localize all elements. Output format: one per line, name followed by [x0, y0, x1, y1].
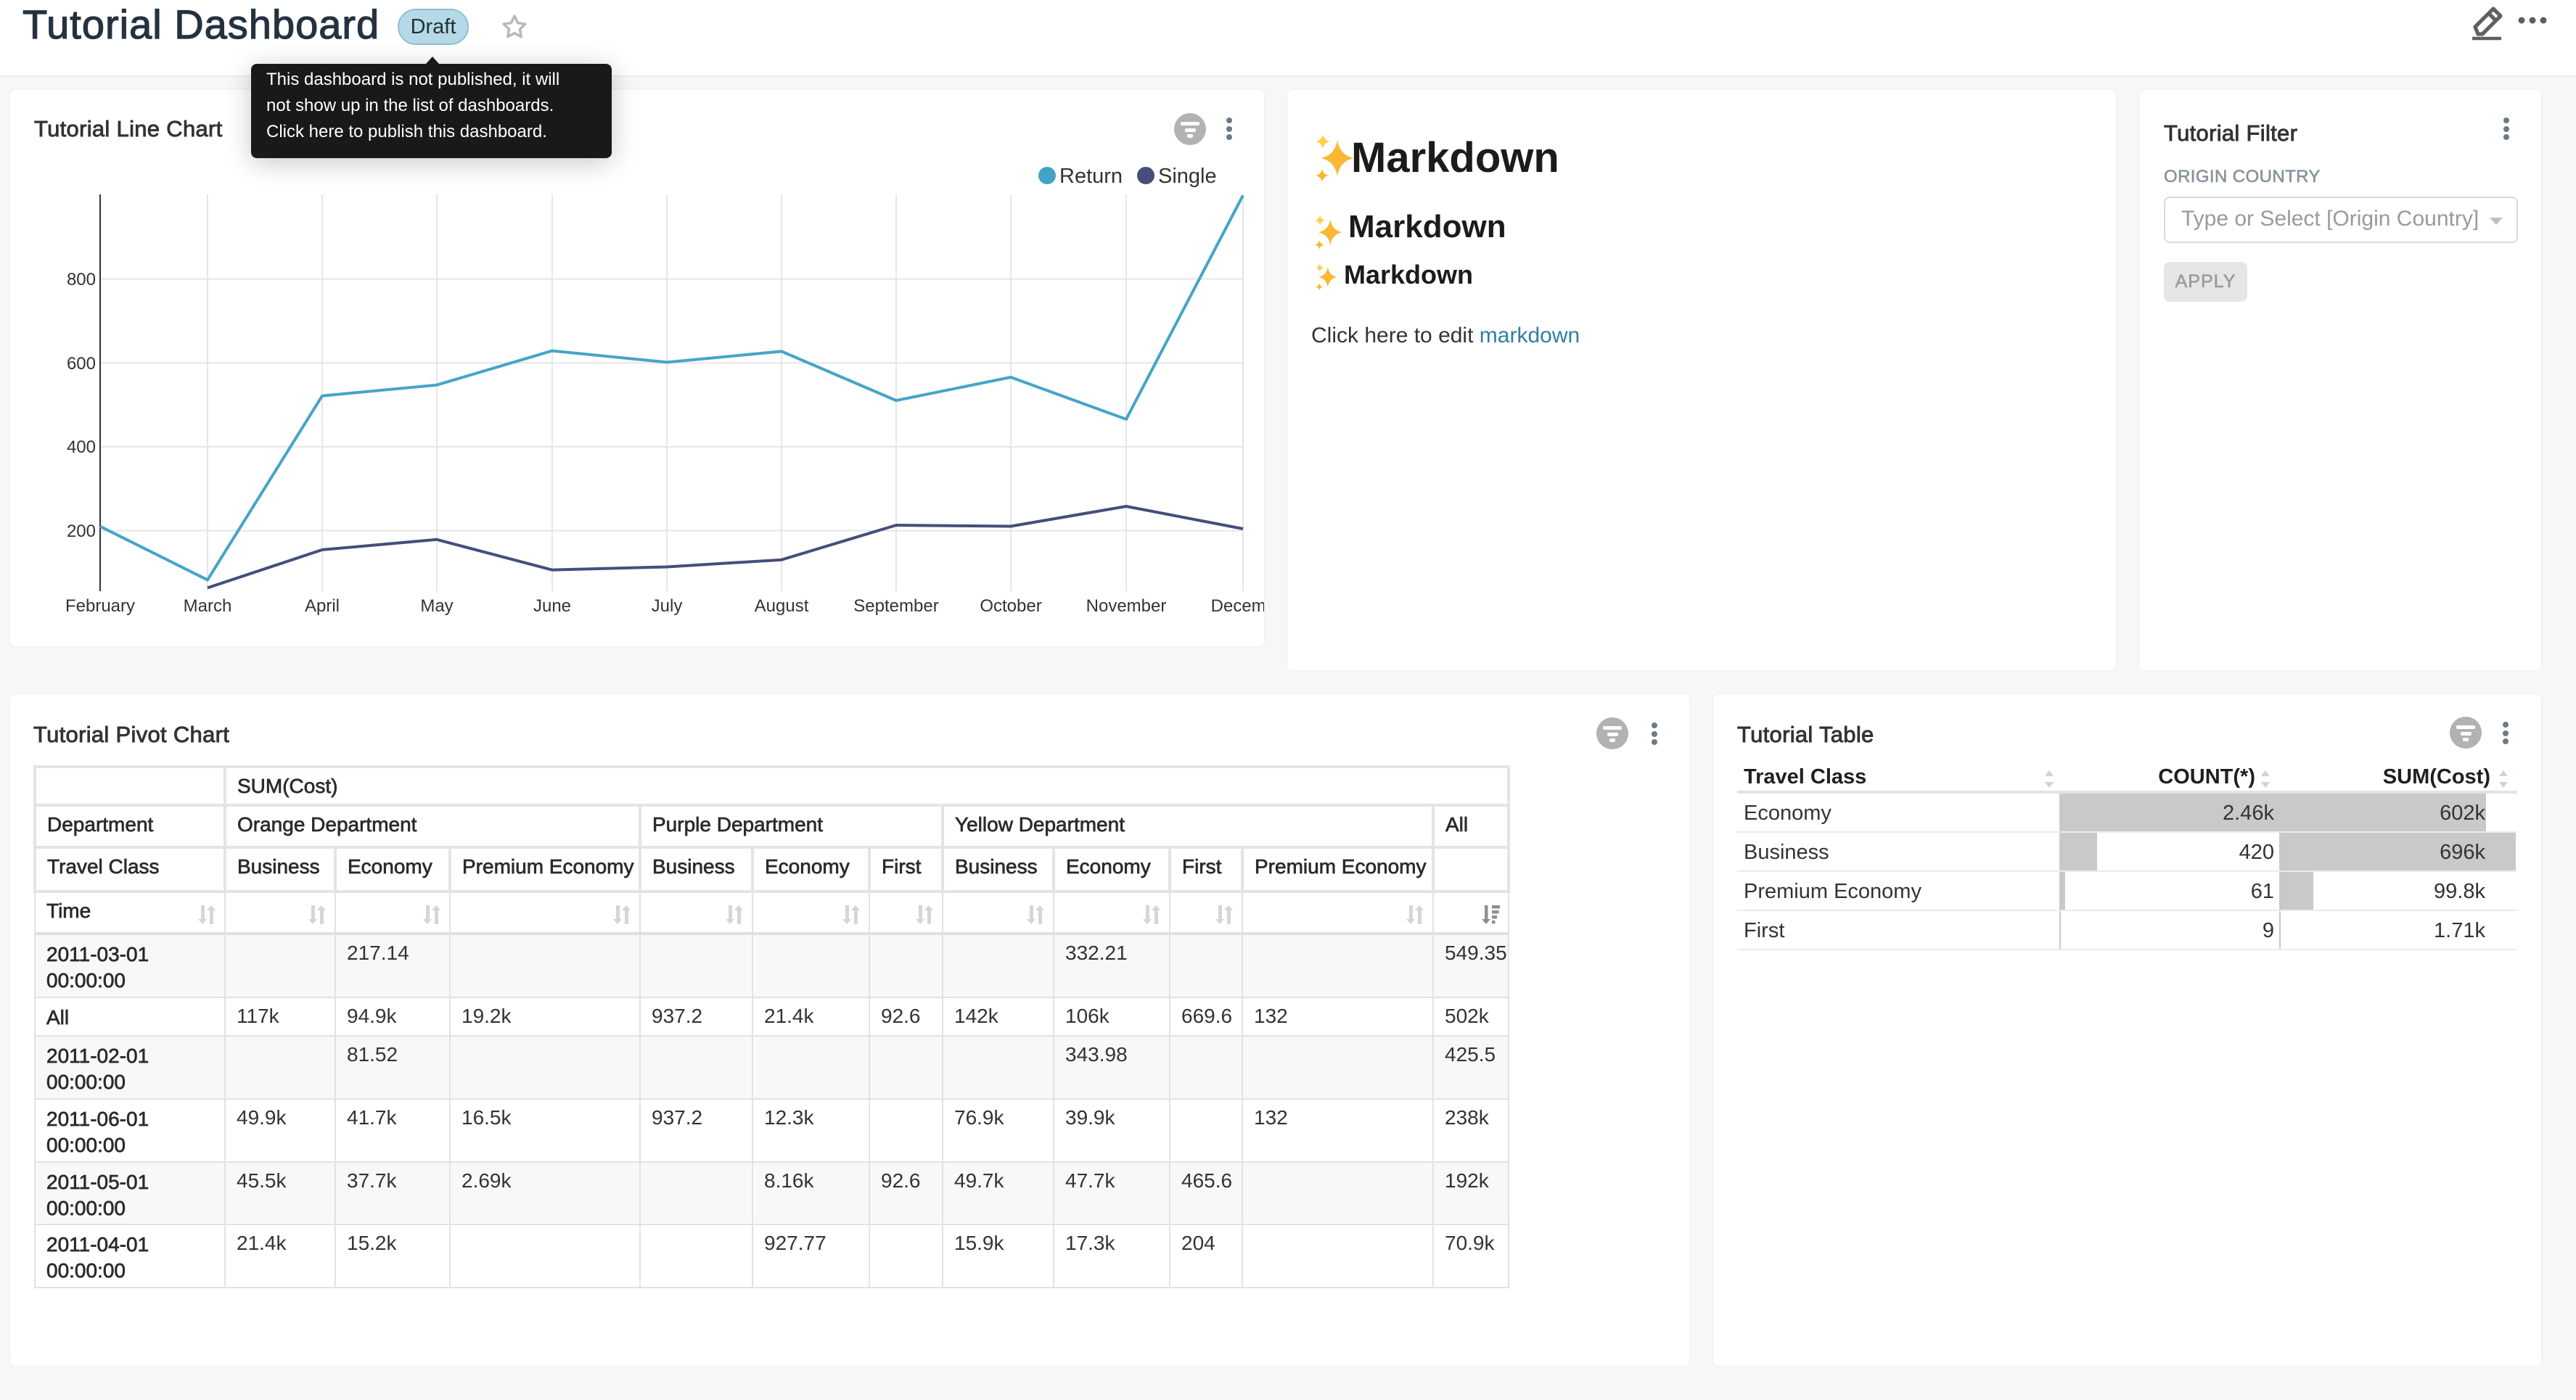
svg-text:August: August	[755, 596, 809, 616]
svg-text:Single: Single	[1158, 165, 1217, 188]
svg-text:800: 800	[67, 270, 96, 289]
svg-text:June: June	[533, 596, 571, 616]
svg-text:February: February	[65, 596, 135, 616]
svg-text:March: March	[184, 596, 232, 616]
svg-text:600: 600	[67, 354, 96, 374]
svg-text:May: May	[420, 596, 453, 616]
svg-text:July: July	[652, 596, 683, 616]
svg-text:October: October	[980, 596, 1041, 616]
svg-text:200: 200	[67, 522, 96, 541]
svg-text:400: 400	[67, 437, 96, 457]
svg-text:April: April	[305, 596, 340, 616]
svg-text:November: November	[1086, 596, 1167, 616]
svg-text:December: December	[1211, 596, 1264, 616]
svg-text:Return: Return	[1059, 165, 1123, 188]
svg-text:September: September	[853, 596, 938, 616]
